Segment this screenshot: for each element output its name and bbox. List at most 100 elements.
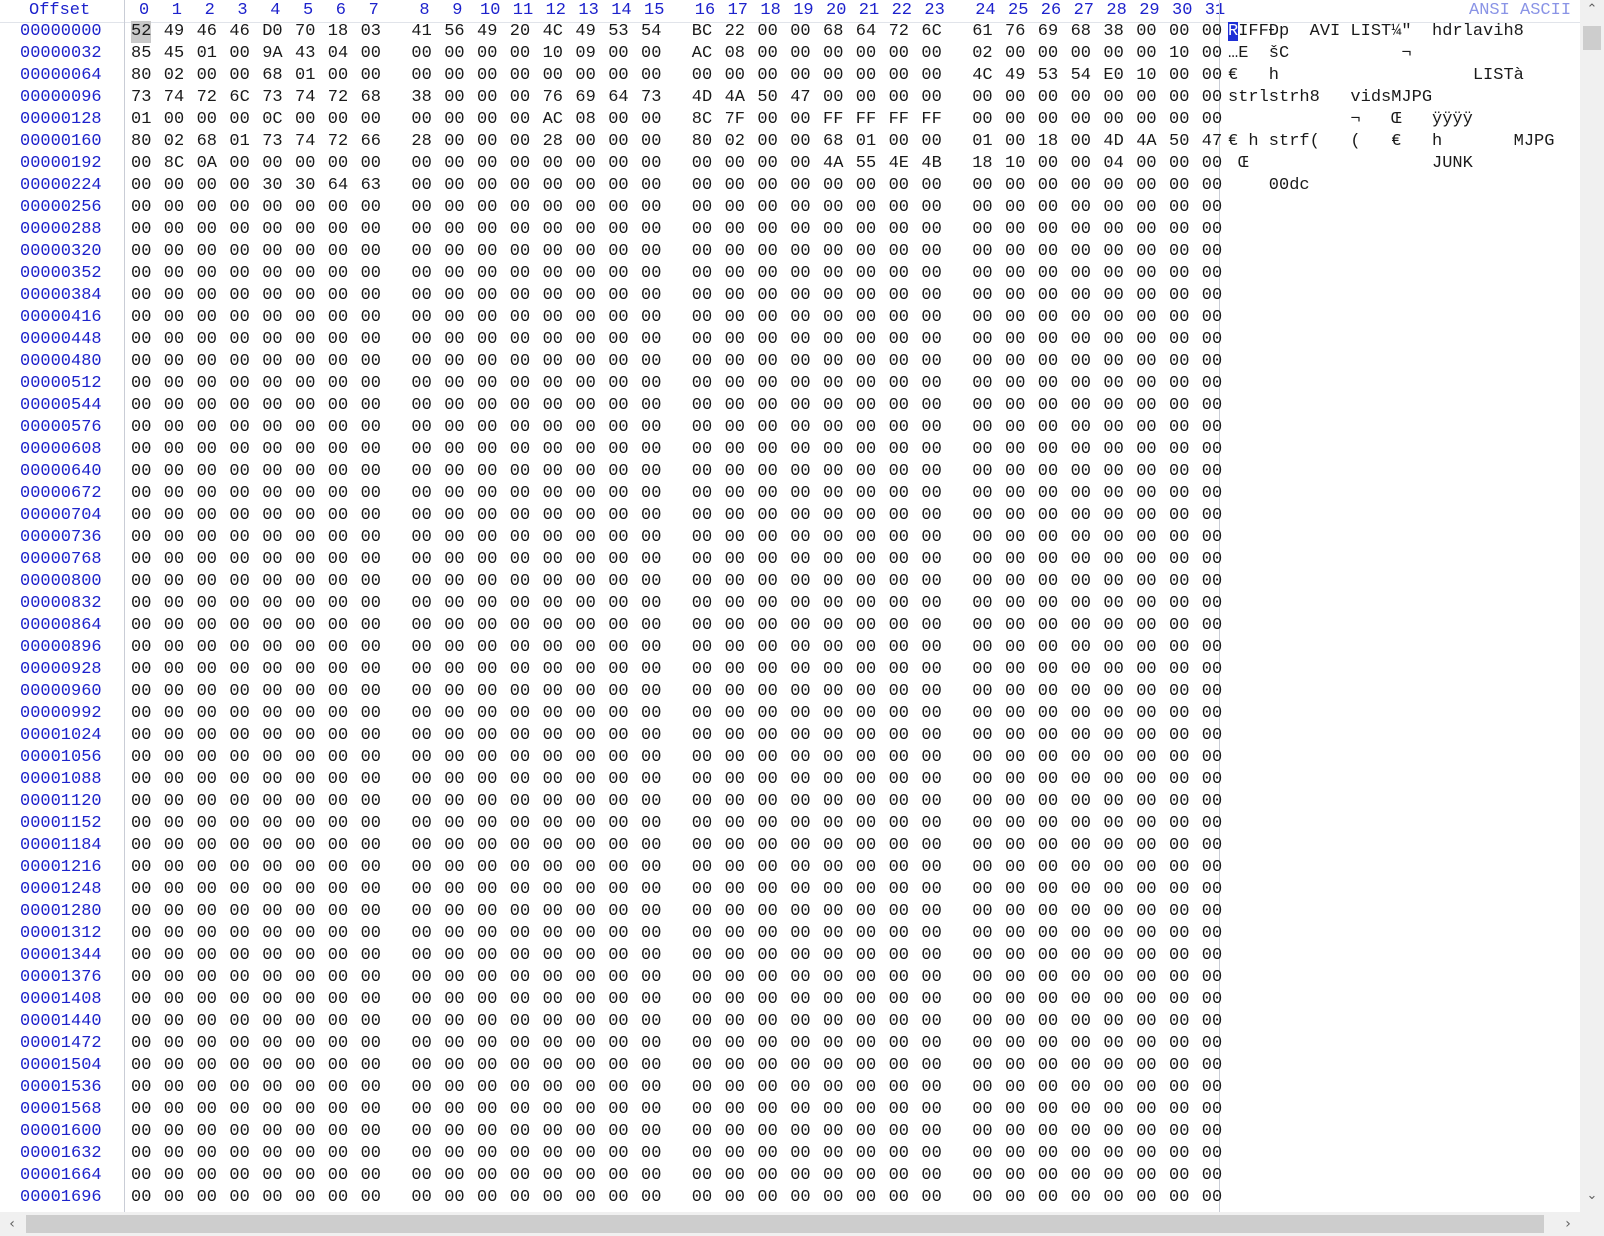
hex-byte[interactable]: 00 <box>543 417 563 439</box>
hex-byte[interactable]: 00 <box>692 725 712 747</box>
hex-byte[interactable]: 00 <box>361 681 381 703</box>
hex-byte[interactable]: 00 <box>1071 901 1091 923</box>
hex-byte[interactable]: 00 <box>790 857 810 879</box>
hex-byte[interactable]: 00 <box>889 659 909 681</box>
hex-byte[interactable]: 00 <box>692 1099 712 1121</box>
hex-byte[interactable]: 00 <box>361 307 381 329</box>
hex-byte[interactable]: 00 <box>444 769 464 791</box>
hex-byte[interactable]: 00 <box>361 813 381 835</box>
hex-byte[interactable]: 00 <box>1005 813 1025 835</box>
hex-byte[interactable]: 00 <box>295 1165 315 1187</box>
hex-byte[interactable]: 00 <box>641 219 661 241</box>
hex-byte[interactable]: 00 <box>229 43 249 65</box>
hex-byte[interactable]: 00 <box>608 857 628 879</box>
hex-byte[interactable]: 03 <box>361 21 381 43</box>
hex-byte[interactable]: 00 <box>1169 879 1189 901</box>
hex-byte[interactable]: 00 <box>856 1099 876 1121</box>
hex-byte[interactable]: 00 <box>444 945 464 967</box>
hex-byte[interactable]: 00 <box>444 857 464 879</box>
hex-byte[interactable]: 00 <box>575 373 595 395</box>
hex-byte[interactable]: 00 <box>411 1187 431 1209</box>
hex-byte[interactable]: 00 <box>1202 219 1222 241</box>
hex-byte[interactable]: 00 <box>361 1099 381 1121</box>
hex-byte[interactable]: 00 <box>444 571 464 593</box>
hex-byte[interactable]: 00 <box>856 681 876 703</box>
hex-byte[interactable]: 00 <box>197 175 217 197</box>
hex-byte[interactable]: 00 <box>641 747 661 769</box>
hex-byte[interactable]: 72 <box>328 131 348 153</box>
hex-byte[interactable]: 00 <box>1103 1033 1123 1055</box>
hex-byte[interactable]: 00 <box>692 1077 712 1099</box>
hex-byte[interactable]: 00 <box>856 857 876 879</box>
hex-byte[interactable]: 00 <box>543 263 563 285</box>
hex-byte[interactable]: 00 <box>641 527 661 549</box>
hex-byte[interactable]: 00 <box>1103 1011 1123 1033</box>
hex-byte[interactable]: 00 <box>889 813 909 835</box>
hex-byte[interactable]: 00 <box>725 813 745 835</box>
hex-byte[interactable]: 00 <box>1038 417 1058 439</box>
hex-byte[interactable]: 00 <box>575 65 595 87</box>
hex-byte[interactable]: 00 <box>510 65 530 87</box>
hex-byte[interactable]: 00 <box>262 549 282 571</box>
hex-byte[interactable]: 00 <box>164 1187 184 1209</box>
hex-byte[interactable]: 00 <box>1038 395 1058 417</box>
hex-byte[interactable]: 00 <box>295 615 315 637</box>
hex-byte[interactable]: 00 <box>361 109 381 131</box>
hex-byte[interactable]: 00 <box>889 835 909 857</box>
hex-byte[interactable]: 00 <box>328 285 348 307</box>
hex-byte[interactable]: 00 <box>328 835 348 857</box>
hex-byte[interactable]: 70 <box>295 21 315 43</box>
hex-byte[interactable]: 00 <box>790 131 810 153</box>
hex-byte[interactable]: 00 <box>361 65 381 87</box>
hex-byte[interactable]: 00 <box>641 637 661 659</box>
hex-byte[interactable]: 00 <box>757 1165 777 1187</box>
hex-byte[interactable]: 00 <box>575 791 595 813</box>
hex-byte[interactable]: 00 <box>229 1187 249 1209</box>
hex-byte[interactable]: 00 <box>229 351 249 373</box>
hex-byte[interactable]: 00 <box>411 241 431 263</box>
hex-byte[interactable]: 00 <box>1103 923 1123 945</box>
hex-byte[interactable]: 00 <box>1136 1077 1156 1099</box>
hex-byte[interactable]: 00 <box>1202 43 1222 65</box>
hex-byte[interactable]: 00 <box>1038 901 1058 923</box>
hex-byte[interactable]: 00 <box>1202 659 1222 681</box>
hex-byte[interactable]: 00 <box>1005 945 1025 967</box>
hex-byte[interactable]: 00 <box>1202 615 1222 637</box>
hex-byte[interactable]: 00 <box>229 1099 249 1121</box>
hex-byte[interactable]: 00 <box>361 923 381 945</box>
hex-byte[interactable]: 00 <box>543 483 563 505</box>
hex-byte[interactable]: 00 <box>856 197 876 219</box>
hex-byte[interactable]: 00 <box>1136 835 1156 857</box>
hex-byte[interactable]: 00 <box>1169 923 1189 945</box>
hex-byte[interactable]: 00 <box>262 153 282 175</box>
hex-byte[interactable]: 00 <box>411 571 431 593</box>
hex-byte[interactable]: 00 <box>444 1055 464 1077</box>
hex-byte[interactable]: 00 <box>856 65 876 87</box>
hex-byte[interactable]: 00 <box>608 219 628 241</box>
hex-byte[interactable]: 00 <box>1005 857 1025 879</box>
hex-byte[interactable]: 00 <box>197 439 217 461</box>
hex-byte[interactable]: 00 <box>921 1011 941 1033</box>
hex-byte[interactable]: 00 <box>575 527 595 549</box>
hex-byte[interactable]: 00 <box>197 901 217 923</box>
hex-byte[interactable]: 00 <box>972 945 992 967</box>
hex-byte[interactable]: 00 <box>543 153 563 175</box>
hex-byte[interactable]: 00 <box>921 131 941 153</box>
ascii-text[interactable]: Œ JUNK <box>1228 153 1473 175</box>
hex-byte[interactable]: 00 <box>1038 593 1058 615</box>
hex-byte[interactable]: 00 <box>1169 1165 1189 1187</box>
hex-byte[interactable]: 00 <box>823 417 843 439</box>
hex-byte[interactable]: 00 <box>790 219 810 241</box>
hex-byte[interactable]: 00 <box>510 637 530 659</box>
hex-byte[interactable]: 43 <box>295 43 315 65</box>
hex-byte[interactable]: 00 <box>131 373 151 395</box>
hex-byte[interactable]: 00 <box>921 1143 941 1165</box>
hex-byte[interactable]: 00 <box>361 241 381 263</box>
hex-byte[interactable]: 00 <box>361 1165 381 1187</box>
hex-byte[interactable]: 00 <box>608 439 628 461</box>
hex-byte[interactable]: 00 <box>262 769 282 791</box>
hex-byte[interactable]: 00 <box>1169 593 1189 615</box>
hex-byte[interactable]: 00 <box>856 285 876 307</box>
hex-byte[interactable]: 00 <box>229 197 249 219</box>
hex-byte[interactable]: 00 <box>444 153 464 175</box>
